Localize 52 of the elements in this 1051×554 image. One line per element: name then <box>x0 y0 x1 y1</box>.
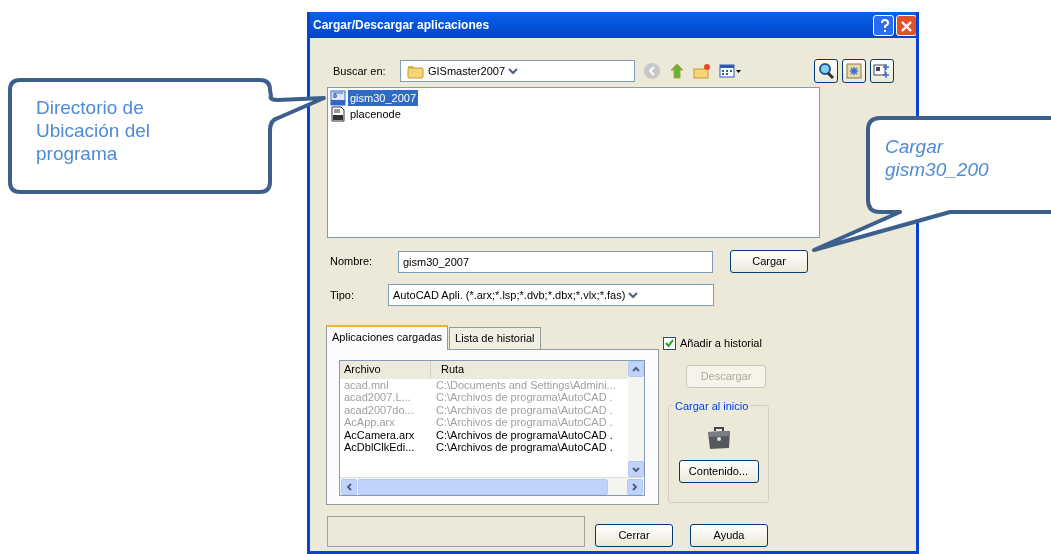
folder-name: GISmaster2007 <box>428 63 506 79</box>
table-cell-text: acad2007.L... <box>343 391 412 404</box>
type-label: Tipo: <box>330 287 356 303</box>
type-value: AutoCAD Apli. (*.arx;*.lsp;*.dvb;*.dbx;*.vlx;*.fas) <box>393 287 626 303</box>
new-folder-icon[interactable] <box>693 62 711 80</box>
contents-button[interactable]: Contenido... <box>678 459 759 483</box>
tool-button[interactable] <box>842 59 866 83</box>
lisp-file-icon <box>330 106 346 122</box>
look-in-label: Buscar en: <box>333 63 387 79</box>
window-sparkle-icon <box>873 62 891 80</box>
file-name[interactable]: placenode <box>348 105 403 123</box>
name-label: Nombre: <box>330 254 374 270</box>
table-cell-text: AcCamera.arx <box>343 428 416 441</box>
type-dropdown[interactable]: AutoCAD Apli. (*.arx;*.lsp;*.dvb;*.dbx;*.vlx;*.fas) <box>388 284 714 306</box>
tab[interactable]: Aplicaciones cargadas <box>326 325 449 350</box>
table-cell-text: C:\Archivos de programa\AutoCAD . <box>435 403 614 416</box>
history-checkbox[interactable] <box>663 336 676 350</box>
table-cell-text: acad.mnl <box>343 378 390 391</box>
view-menu-icon[interactable] <box>719 62 742 80</box>
tool-button[interactable] <box>870 59 894 83</box>
table-cell-text: acad2007do... <box>343 403 415 416</box>
table-cell-text: C:\Archivos de programa\AutoCAD . <box>435 391 614 404</box>
table-cell-text: AcApp.arx <box>343 416 396 429</box>
column-header[interactable]: Ruta <box>430 361 626 378</box>
search-button[interactable] <box>814 59 838 83</box>
callout-text: Directorio de Ubicación del programa <box>36 96 152 165</box>
column-header[interactable]: Archivo <box>340 361 430 378</box>
tab[interactable]: Lista de historial <box>449 327 541 349</box>
table-cell-text: AcDblClkEdi... <box>343 441 416 454</box>
table-cell-text: C:\Archivos de programa\AutoCAD . <box>435 428 614 441</box>
close-icon <box>900 19 913 33</box>
table-cell-text: C:\Archivos de programa\AutoCAD . <box>435 441 614 454</box>
close-button[interactable] <box>896 14 916 36</box>
horizontal-scrollbar[interactable] <box>340 476 644 495</box>
window-title: Cargar/Descargar aplicaciones <box>313 17 491 34</box>
vertical-scrollbar[interactable] <box>628 360 644 477</box>
table-cell-text: C:\Documents and Settings\Admini... <box>435 378 617 391</box>
look-in-dropdown[interactable]: GISmaster2007 <box>400 60 635 82</box>
table-cell-text: C:\Archivos de programa\AutoCAD . <box>435 416 614 429</box>
folder-icon <box>407 63 424 79</box>
help-button[interactable] <box>873 14 894 36</box>
callout-text: Cargar gism30_200 <box>885 135 990 181</box>
name-input[interactable]: gism30_2007 <box>398 250 713 273</box>
history-label: Añadir a historial <box>680 336 762 351</box>
arx-file-icon <box>330 90 346 106</box>
load-button[interactable]: Cargar <box>730 250 808 273</box>
dialog-button[interactable]: Ayuda <box>690 523 768 547</box>
check-icon <box>664 337 675 349</box>
search-icon <box>817 62 835 80</box>
file-name[interactable]: gism30_2007 <box>348 89 419 107</box>
dialog-button[interactable]: Cerrar <box>595 523 673 547</box>
sparkle-icon <box>845 62 863 80</box>
